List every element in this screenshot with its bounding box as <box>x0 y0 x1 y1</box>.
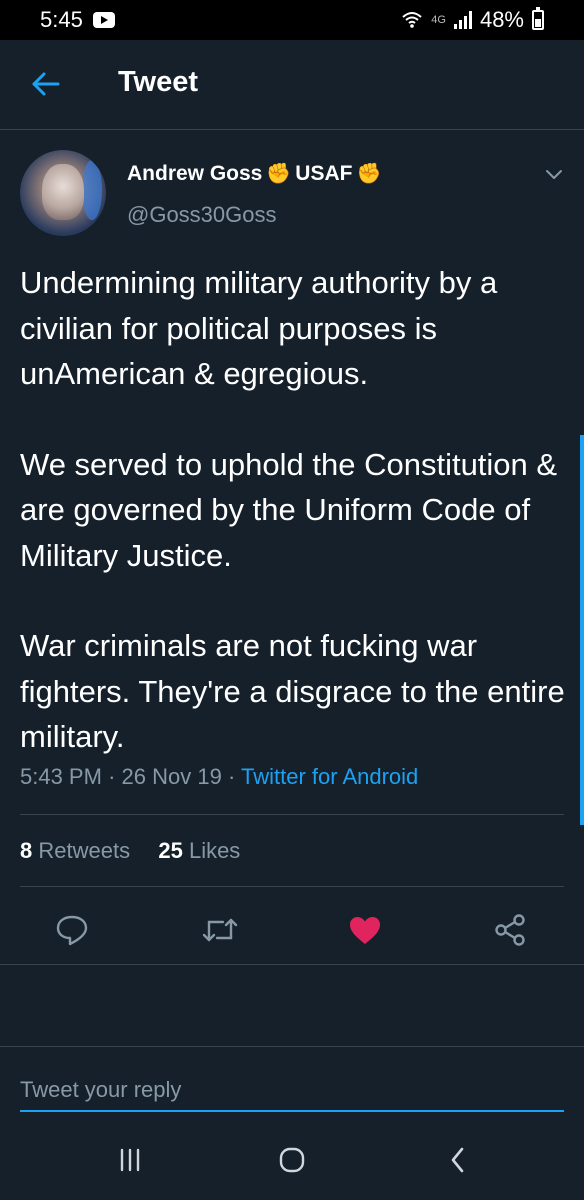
like-button[interactable] <box>345 910 385 950</box>
divider <box>20 886 564 887</box>
battery-icon <box>532 7 544 30</box>
retweet-icon <box>202 918 238 942</box>
meta-separator: · <box>108 764 122 789</box>
comment-icon <box>56 915 88 946</box>
likes-count: 25 <box>158 838 183 863</box>
tweet-meta: 5:43 PM · 26 Nov 19 · Twitter for Androi… <box>20 764 418 790</box>
retweets-count: 8 <box>20 838 33 863</box>
android-nav-bar <box>0 1120 584 1200</box>
wifi-icon <box>402 12 422 28</box>
status-bar: 5:45 4G 48% <box>0 0 584 40</box>
divider <box>20 814 564 815</box>
avatar[interactable] <box>20 150 106 236</box>
scrollbar[interactable] <box>580 435 584 825</box>
fist-emoji-icon: ✊ <box>356 163 382 185</box>
divider <box>0 964 584 965</box>
home-button[interactable] <box>272 1142 312 1178</box>
retweet-button[interactable] <box>200 910 240 950</box>
tweet-actions <box>0 900 584 970</box>
chevron-down-icon <box>546 170 562 179</box>
back-nav-button[interactable] <box>438 1142 478 1178</box>
author-name[interactable]: Andrew Goss ✊ USAF ✊ <box>127 162 381 186</box>
retweets-label: Retweets <box>38 838 131 863</box>
heart-icon <box>350 917 380 944</box>
youtube-notification-icon <box>92 12 115 28</box>
status-time: 5:45 <box>40 7 83 32</box>
battery-percent: 48% <box>479 7 524 32</box>
avatar-glow <box>82 160 102 220</box>
network-type: 4G <box>431 14 446 26</box>
author-name-text: Andrew Goss <box>127 162 263 185</box>
tweet-paragraph: Undermining military authority by a civi… <box>20 265 498 391</box>
retweets-stat[interactable]: 8 Retweets <box>20 838 136 863</box>
avatar-face <box>42 164 84 220</box>
share-icon <box>495 914 525 946</box>
reply-area <box>0 1048 584 1120</box>
likes-label: Likes <box>188 838 241 863</box>
tweet-date: 26 Nov 19 <box>121 764 222 789</box>
status-left: 5:45 <box>40 7 115 33</box>
tweet-paragraph: We served to uphold the Constitution & a… <box>20 446 558 573</box>
recent-apps-button[interactable] <box>110 1142 150 1178</box>
status-right: 4G 48% <box>401 7 544 33</box>
tweet-source-link[interactable]: Twitter for Android <box>241 764 418 789</box>
chevron-left-icon <box>451 1147 464 1173</box>
header: Tweet <box>0 40 584 130</box>
author-badge-text: USAF <box>295 162 353 185</box>
share-button[interactable] <box>490 910 530 950</box>
divider <box>0 1046 584 1047</box>
recent-apps-icon <box>120 1148 140 1172</box>
arrow-left-icon <box>32 72 60 96</box>
page-title: Tweet <box>118 66 199 98</box>
reply-input[interactable] <box>20 1070 564 1112</box>
fist-emoji-icon: ✊ <box>266 163 292 185</box>
meta-separator: · <box>227 764 241 789</box>
likes-stat[interactable]: 25 Likes <box>158 838 240 863</box>
tweet-time: 5:43 PM <box>20 764 102 789</box>
tweet-paragraph: War criminals are not fucking war fighte… <box>20 628 565 754</box>
signal-icon <box>453 11 472 29</box>
back-button[interactable] <box>30 68 62 100</box>
author-handle[interactable]: @Goss30Goss <box>127 202 277 228</box>
reply-button[interactable] <box>52 910 92 950</box>
tweet-stats: 8 Retweets 25 Likes <box>20 838 240 864</box>
tweet-menu-button[interactable] <box>542 164 566 184</box>
tweet-text: Undermining military authority by a civi… <box>20 260 574 760</box>
home-icon <box>279 1147 305 1173</box>
